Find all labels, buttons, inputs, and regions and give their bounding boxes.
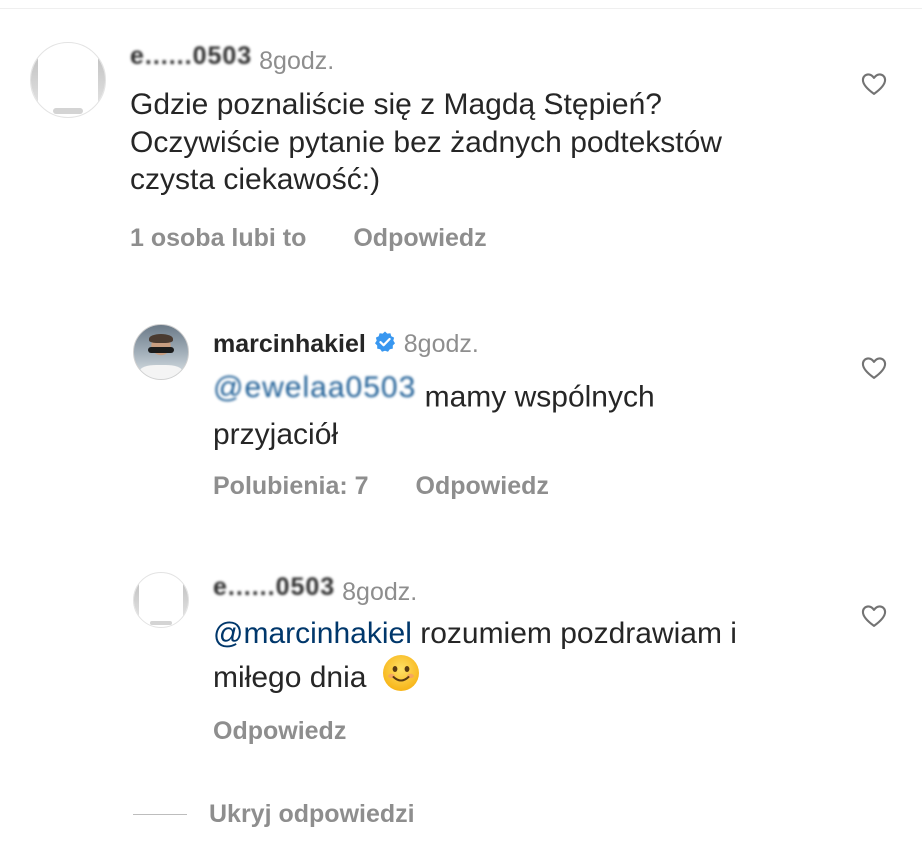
verified-badge-icon [373, 330, 397, 359]
timestamp: 8godz. [342, 578, 418, 606]
hide-replies-button[interactable]: Ukryj odpowiedzi [133, 800, 415, 829]
timestamp: 8godz. [259, 47, 335, 75]
comments-panel: e......0503 8godz. Gdzie poznaliście się… [0, 0, 922, 850]
hide-replies-label: Ukryj odpowiedzi [209, 800, 415, 828]
heart-outline-icon[interactable] [860, 602, 888, 630]
comment-text: @marcinhakiel rozumiem pozdrawiam i miłe… [213, 615, 833, 702]
comment-actions: 1 osoba lubi to Odpowiedz [130, 224, 487, 253]
username[interactable]: marcinhakiel [213, 330, 366, 358]
username[interactable]: e......0503 [130, 44, 252, 69]
comment-header: marcinhakiel 8godz. [213, 330, 479, 359]
reply-button[interactable]: Odpowiedz [416, 472, 549, 501]
avatar[interactable] [133, 572, 189, 628]
heart-outline-icon[interactable] [860, 70, 888, 98]
reply-button[interactable]: Odpowiedz [213, 717, 346, 746]
avatar[interactable] [30, 42, 106, 118]
comment-header: e......0503 8godz. [213, 575, 417, 605]
heart-outline-icon[interactable] [860, 354, 888, 382]
divider [133, 814, 187, 815]
comment-text: Gdzie poznaliście się z Magdą Stępień? O… [130, 86, 790, 199]
comment-header: e......0503 8godz. [130, 44, 334, 74]
smiling-face-icon [381, 653, 421, 703]
timestamp: 8godz. [403, 330, 479, 358]
username[interactable]: e......0503 [213, 575, 335, 600]
likes-count[interactable]: 1 osoba lubi to [130, 224, 306, 253]
mention-link[interactable]: @ewelaa0503 [213, 369, 416, 407]
comment-actions: Odpowiedz [213, 717, 346, 746]
reply-button[interactable]: Odpowiedz [353, 224, 486, 253]
comment-actions: Polubienia: 7 Odpowiedz [213, 472, 549, 501]
mention-link[interactable]: @marcinhakiel [213, 617, 412, 650]
comment-text: @ewelaa0503 mamy wspólnych przyjaciół [213, 369, 773, 454]
comment-body: Gdzie poznaliście się z Magdą Stępień? O… [130, 88, 722, 196]
avatar[interactable] [133, 324, 189, 380]
likes-count[interactable]: Polubienia: 7 [213, 472, 369, 501]
divider [0, 8, 922, 9]
